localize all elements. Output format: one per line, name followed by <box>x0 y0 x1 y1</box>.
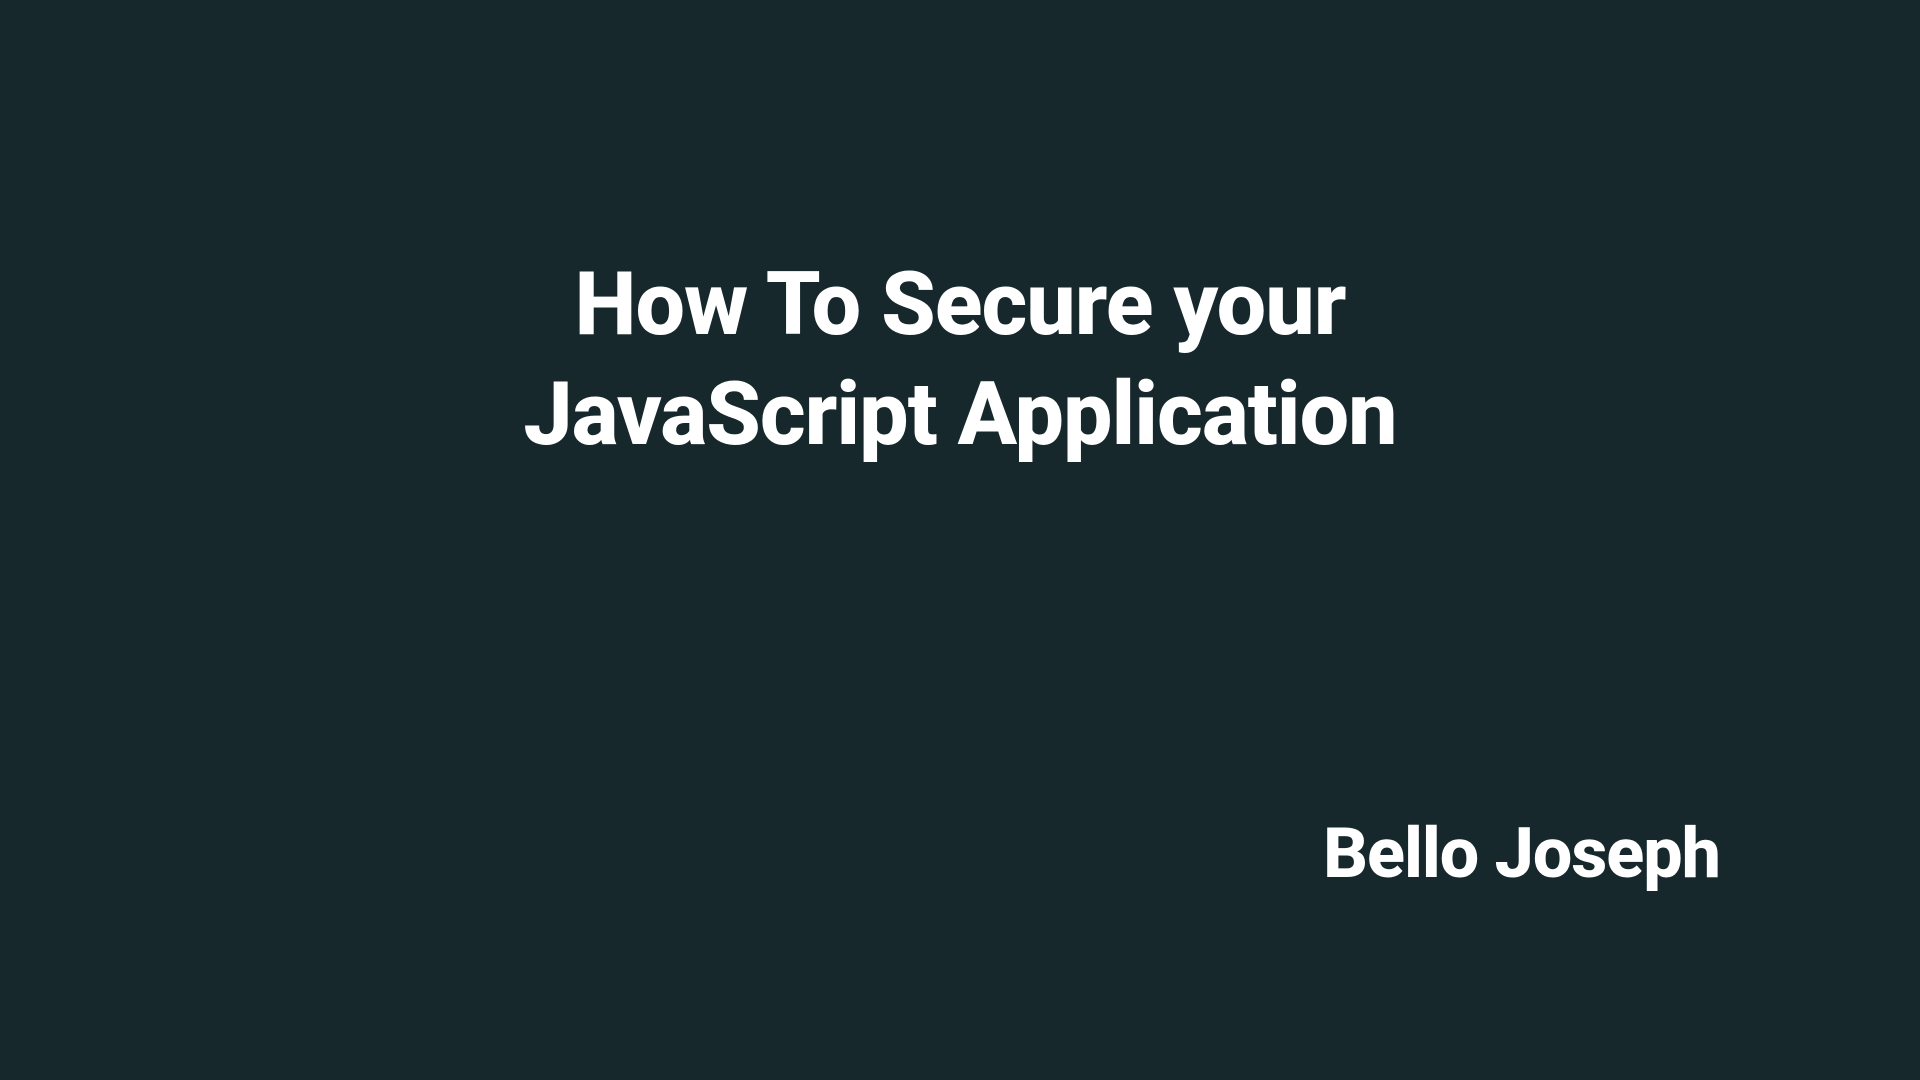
slide-container: How To Secure your JavaScript Applicatio… <box>0 0 1920 1080</box>
slide-title: How To Secure your JavaScript Applicatio… <box>523 250 1396 470</box>
title-line-2: JavaScript Application <box>523 360 1396 470</box>
title-line-1: How To Secure your <box>523 250 1396 360</box>
author-name: Bello Joseph <box>1323 813 1720 895</box>
